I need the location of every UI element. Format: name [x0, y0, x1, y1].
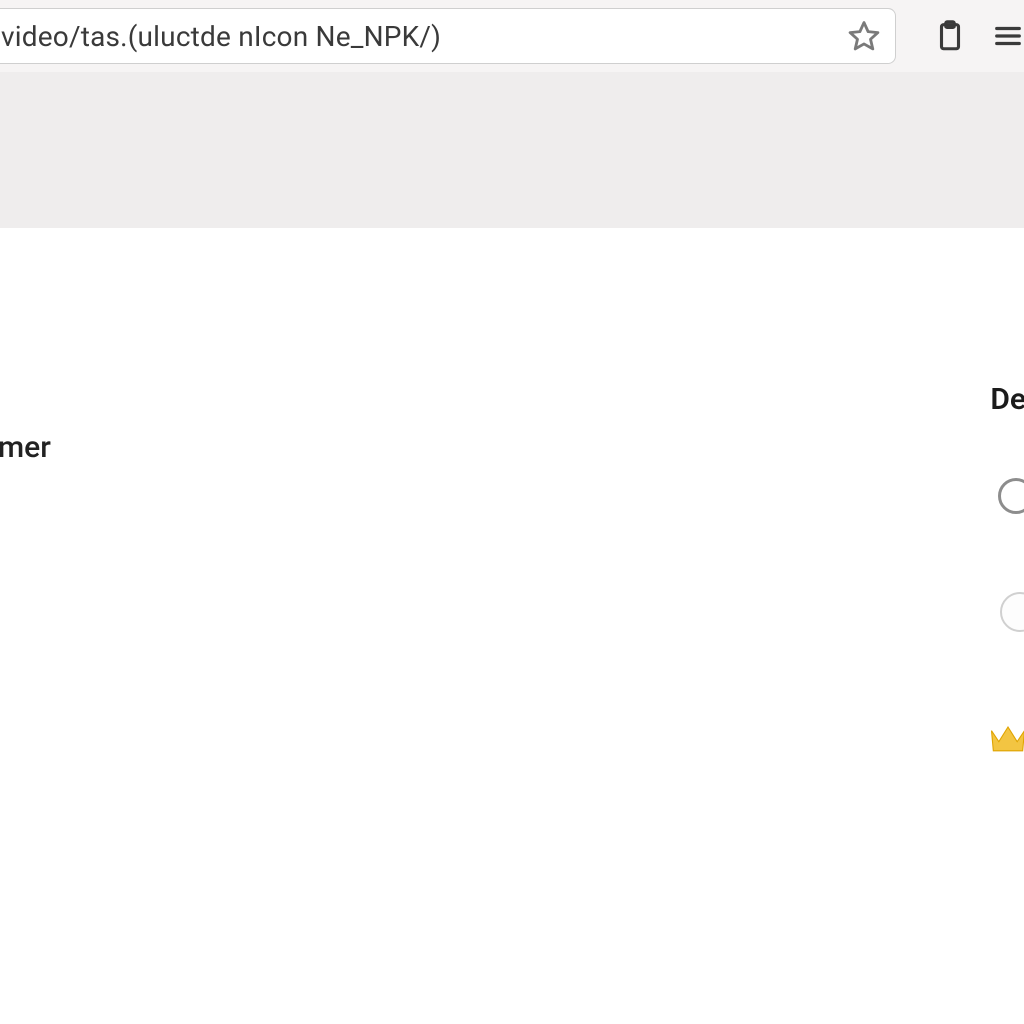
- star-outline-icon[interactable]: [847, 19, 881, 53]
- url-text[interactable]: video/tas.(uluctde nIcon Ne_NPK/): [1, 20, 847, 53]
- clipboard-icon[interactable]: [928, 14, 972, 58]
- address-bar[interactable]: video/tas.(uluctde nIcon Ne_NPK/): [0, 8, 896, 64]
- page-content: mer De: [0, 228, 1024, 1024]
- pill-icon[interactable]: [1000, 592, 1024, 632]
- browser-chrome-bar: video/tas.(uluctde nIcon Ne_NPK/): [0, 0, 1024, 72]
- toolbar-grey-band: [0, 72, 1024, 228]
- radio-empty-icon[interactable]: [998, 478, 1024, 514]
- menu-icon[interactable]: [986, 14, 1024, 58]
- crown-icon[interactable]: [986, 716, 1024, 760]
- right-heading-fragment: De: [990, 382, 1024, 417]
- left-cut-text: mer: [0, 430, 51, 465]
